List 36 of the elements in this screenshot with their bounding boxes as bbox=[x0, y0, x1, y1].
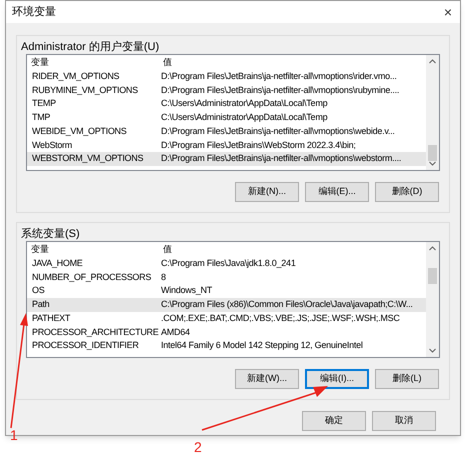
action-button[interactable]: 删除(L) bbox=[375, 369, 439, 389]
annotation-number: 1 bbox=[10, 428, 18, 442]
close-button[interactable]: × bbox=[444, 5, 452, 19]
annotation-number: 2 bbox=[194, 440, 202, 454]
action-button[interactable]: 新建(W)... bbox=[235, 369, 299, 389]
list-row[interactable]: TEMP C:\Users\Administrator\AppData\Local\Temp bbox=[27, 97, 430, 112]
scroll-up-icon[interactable] bbox=[429, 59, 436, 64]
scrollbar-thumb[interactable] bbox=[428, 268, 437, 284]
window-title: 环境变量 bbox=[12, 4, 56, 20]
list-row[interactable]: NUMBER_OF_PROCESSORS 8 bbox=[27, 270, 430, 284]
list-row[interactable]: RUBYMINE_VM_OPTIONS D:\Program Files\JetBrains\ja-netfilter-all\vmoptions\rubymine.... bbox=[27, 84, 430, 98]
action-button[interactable]: 新建(N)... bbox=[235, 182, 299, 202]
list-row[interactable]: PROCESSOR_ARCHITECTURE AMD64 bbox=[27, 325, 430, 340]
list-row[interactable]: WEBIDE_VM_OPTIONS D:\Program Files\JetBrains\ja-netfilter-all\vmoptions\webide.v... bbox=[27, 124, 430, 138]
action-button[interactable]: 编辑(E)... bbox=[305, 182, 369, 202]
group-label: 系统变量(S) bbox=[21, 226, 80, 242]
action-button[interactable]: 删除(D) bbox=[375, 182, 439, 202]
group-label: Administrator 的用户变量(U) bbox=[21, 40, 160, 55]
dialog-button[interactable]: 确定 bbox=[302, 411, 366, 431]
list-row[interactable]: RIDER_VM_OPTIONS D:\Program Files\JetBrains\ja-netfilter-all\vmoptions\rider.vmo... bbox=[27, 70, 430, 84]
list-row[interactable]: TMP C:\Users\Administrator\AppData\Local\Temp bbox=[27, 111, 430, 125]
list-row[interactable]: OS Windows_NT bbox=[27, 284, 430, 298]
column-header[interactable]: 变量 bbox=[27, 242, 159, 256]
scroll-down-icon[interactable] bbox=[429, 161, 436, 166]
column-header[interactable]: 值 bbox=[159, 56, 172, 70]
column-header[interactable]: 值 bbox=[159, 242, 172, 256]
action-button[interactable]: 编辑(I)... bbox=[305, 369, 369, 389]
dialog-button[interactable]: 取消 bbox=[372, 411, 436, 431]
list-row[interactable]: PROCESSOR_IDENTIFIER Intel64 Family 6 Model 142 Stepping 12, GenuineIntel bbox=[27, 339, 430, 353]
list-row[interactable]: PATHEXT .COM;.EXE;.BAT;.CMD;.VBS;.VBE;.JS;.JSE;.WSF;.WSH;.MSC bbox=[27, 312, 430, 326]
list-row[interactable]: JAVA_HOME C:\Program Files\Java\jdk1.8.0_241 bbox=[27, 257, 430, 271]
scroll-down-icon[interactable] bbox=[429, 348, 436, 353]
scrollbar-thumb[interactable] bbox=[428, 145, 437, 161]
column-header[interactable]: 变量 bbox=[27, 56, 159, 70]
scroll-up-icon[interactable] bbox=[429, 246, 436, 251]
list-row[interactable]: WebStorm D:\Program Files\JetBrains\WebStorm 2022.3.4\bin; bbox=[27, 138, 430, 152]
